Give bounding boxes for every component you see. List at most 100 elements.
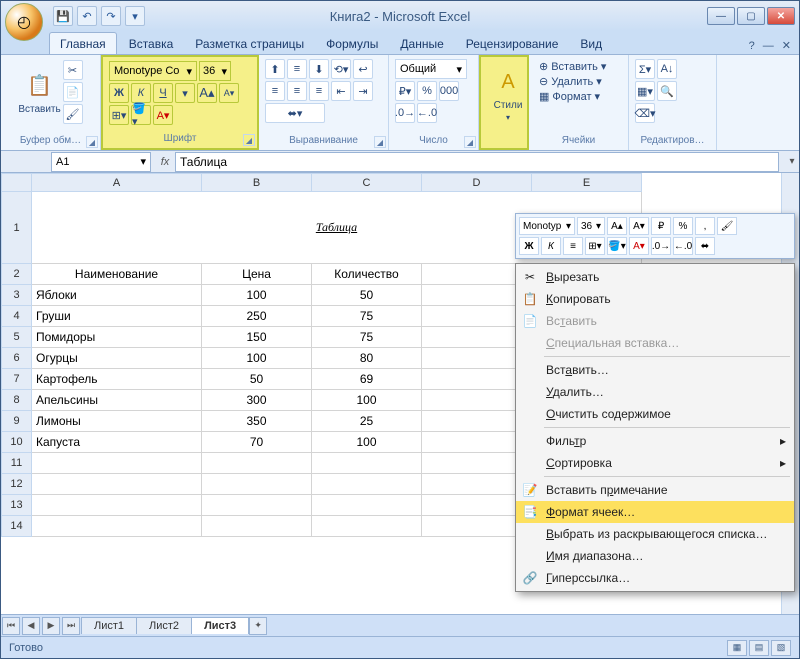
underline-button[interactable]: Ч xyxy=(153,83,173,103)
fill-color[interactable]: 🪣▾ xyxy=(131,105,151,125)
wrap-text[interactable]: ↩ xyxy=(353,59,373,79)
cell[interactable]: 300 xyxy=(202,390,312,411)
autosum[interactable]: Σ▾ xyxy=(635,59,655,79)
ctx-item[interactable]: Очистить содержимое xyxy=(516,403,794,425)
col-header-B[interactable]: B xyxy=(202,174,312,192)
styles-button[interactable]: A Стили▾ xyxy=(487,61,529,127)
cell[interactable]: 69 xyxy=(312,369,422,390)
cell[interactable] xyxy=(312,474,422,495)
font-name-combo[interactable]: Monotype Co▾ xyxy=(109,61,197,81)
cell[interactable] xyxy=(312,453,422,474)
cell[interactable]: 350 xyxy=(202,411,312,432)
help-icon[interactable]: ? xyxy=(747,38,757,54)
border-button[interactable]: ⊞▾ xyxy=(109,105,129,125)
cell[interactable]: 50 xyxy=(202,369,312,390)
fill[interactable]: ▦▾ xyxy=(635,81,655,101)
header-cell[interactable]: Наименование xyxy=(32,264,202,285)
mini-size-combo[interactable]: 36▾ xyxy=(577,217,605,235)
inc-decimal[interactable]: .0→ xyxy=(395,103,415,123)
cell[interactable]: Апельсины xyxy=(32,390,202,411)
row-header-14[interactable]: 14 xyxy=(2,516,32,537)
qat-undo[interactable]: ↶ xyxy=(77,6,97,26)
comma[interactable]: 000 xyxy=(439,81,459,101)
align-center[interactable]: ≡ xyxy=(287,81,307,101)
mini-shrink[interactable]: A▾ xyxy=(629,217,649,235)
cell[interactable]: 100 xyxy=(312,432,422,453)
row-header-7[interactable]: 7 xyxy=(2,369,32,390)
ctx-item[interactable]: 📋Копировать xyxy=(516,288,794,310)
align-bottom[interactable]: ⬇ xyxy=(309,59,329,79)
cell[interactable]: 100 xyxy=(202,348,312,369)
cell[interactable]: 70 xyxy=(202,432,312,453)
indent-inc[interactable]: ⇥ xyxy=(353,81,373,101)
number-format-combo[interactable]: Общий▾ xyxy=(395,59,467,79)
fx-icon[interactable]: fx xyxy=(155,156,175,168)
cell[interactable]: 50 xyxy=(312,285,422,306)
cell[interactable]: Лимоны xyxy=(32,411,202,432)
header-cell[interactable]: Цена xyxy=(202,264,312,285)
ctx-item[interactable]: Сортировка▸ xyxy=(516,452,794,474)
mini-border[interactable]: ⊞▾ xyxy=(585,237,605,255)
ctx-item[interactable]: Удалить… xyxy=(516,381,794,403)
ribbon-tab-2[interactable]: Разметка страницы xyxy=(185,33,314,54)
mini-percent[interactable]: % xyxy=(673,217,693,235)
cell[interactable]: 75 xyxy=(312,327,422,348)
dec-decimal[interactable]: ←.0 xyxy=(417,103,437,123)
cell[interactable] xyxy=(32,495,202,516)
find[interactable]: 🔍 xyxy=(657,81,677,101)
minimize-ribbon[interactable]: — xyxy=(761,38,776,54)
qat-redo[interactable]: ↷ xyxy=(101,6,121,26)
formula-bar[interactable]: Таблица xyxy=(175,152,779,172)
mini-align[interactable]: ≡ xyxy=(563,237,583,255)
col-header-A[interactable]: A xyxy=(32,174,202,192)
name-box[interactable]: A1▾ xyxy=(51,152,151,172)
cell[interactable]: 150 xyxy=(202,327,312,348)
number-launcher[interactable]: ◢ xyxy=(464,136,476,148)
ctx-item[interactable]: 🔗Гиперссылка… xyxy=(516,567,794,589)
align-middle[interactable]: ≡ xyxy=(287,59,307,79)
cell[interactable]: 100 xyxy=(312,390,422,411)
cell[interactable] xyxy=(32,474,202,495)
cell[interactable]: 80 xyxy=(312,348,422,369)
new-sheet[interactable]: ✦ xyxy=(249,617,267,635)
col-header-D[interactable]: D xyxy=(422,174,532,192)
row-header-5[interactable]: 5 xyxy=(2,327,32,348)
ribbon-tab-1[interactable]: Вставка xyxy=(119,33,184,54)
ribbon-tab-6[interactable]: Вид xyxy=(570,33,612,54)
mini-grow[interactable]: A▴ xyxy=(607,217,627,235)
cell[interactable]: 250 xyxy=(202,306,312,327)
cell[interactable] xyxy=(202,474,312,495)
view-layout[interactable]: ▤ xyxy=(749,640,769,656)
ctx-item[interactable]: 📝Вставить примечание xyxy=(516,479,794,501)
header-cell[interactable]: Количество xyxy=(312,264,422,285)
cell[interactable] xyxy=(312,516,422,537)
clipboard-launcher[interactable]: ◢ xyxy=(86,136,98,148)
ctx-item[interactable]: Выбрать из раскрывающегося списка… xyxy=(516,523,794,545)
sheet-nav-prev[interactable]: ◀ xyxy=(22,617,40,635)
row-header-3[interactable]: 3 xyxy=(2,285,32,306)
ribbon-tab-4[interactable]: Данные xyxy=(390,33,453,54)
align-right[interactable]: ≡ xyxy=(309,81,329,101)
align-launcher[interactable]: ◢ xyxy=(374,136,386,148)
view-pagebreak[interactable]: ▧ xyxy=(771,640,791,656)
ctx-item[interactable]: Вставить… xyxy=(516,359,794,381)
cell[interactable]: 75 xyxy=(312,306,422,327)
ctx-item[interactable]: ✂Вырезать xyxy=(516,266,794,288)
copy-button[interactable]: 📄 xyxy=(63,82,83,102)
row-header-1[interactable]: 1 xyxy=(2,192,32,264)
indent-dec[interactable]: ⇤ xyxy=(331,81,351,101)
paste-button[interactable]: 📋 Вставить xyxy=(19,59,61,125)
close-button[interactable]: ✕ xyxy=(767,7,795,25)
cell[interactable] xyxy=(32,453,202,474)
font-size-combo[interactable]: 36▾ xyxy=(199,61,231,81)
cut-button[interactable]: ✂ xyxy=(63,60,83,80)
cell[interactable] xyxy=(32,516,202,537)
row-header-12[interactable]: 12 xyxy=(2,474,32,495)
cell[interactable]: Картофель xyxy=(32,369,202,390)
ribbon-tab-0[interactable]: Главная xyxy=(49,32,117,54)
mini-incdec[interactable]: .0→ xyxy=(651,237,671,255)
row-header-11[interactable]: 11 xyxy=(2,453,32,474)
sheet-tab-0[interactable]: Лист1 xyxy=(81,617,137,634)
cell[interactable] xyxy=(202,495,312,516)
sheet-nav-last[interactable]: ⏭ xyxy=(62,617,80,635)
